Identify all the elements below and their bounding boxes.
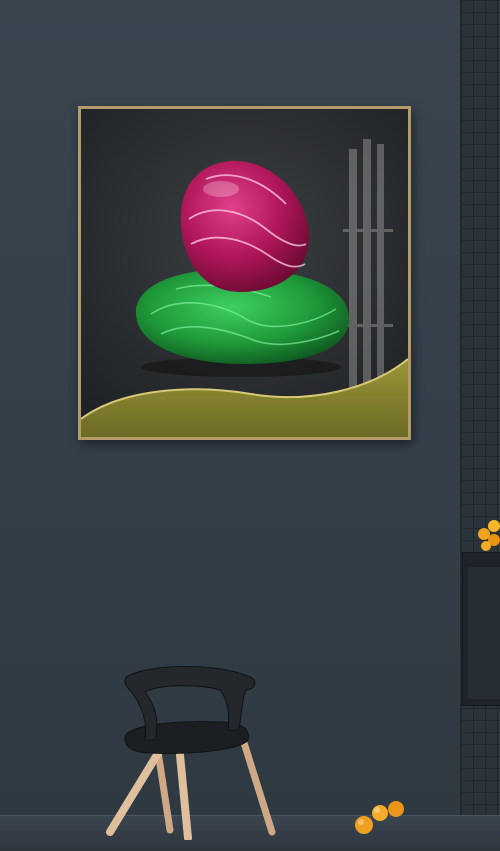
artwork-canvas <box>81 109 408 437</box>
framed-artwork <box>78 106 411 440</box>
shelf-recess <box>468 567 500 699</box>
fruit-bowl-icon <box>478 520 500 551</box>
orange-balls <box>355 801 404 834</box>
wall-shelf <box>462 552 500 706</box>
black-chair <box>106 666 276 840</box>
